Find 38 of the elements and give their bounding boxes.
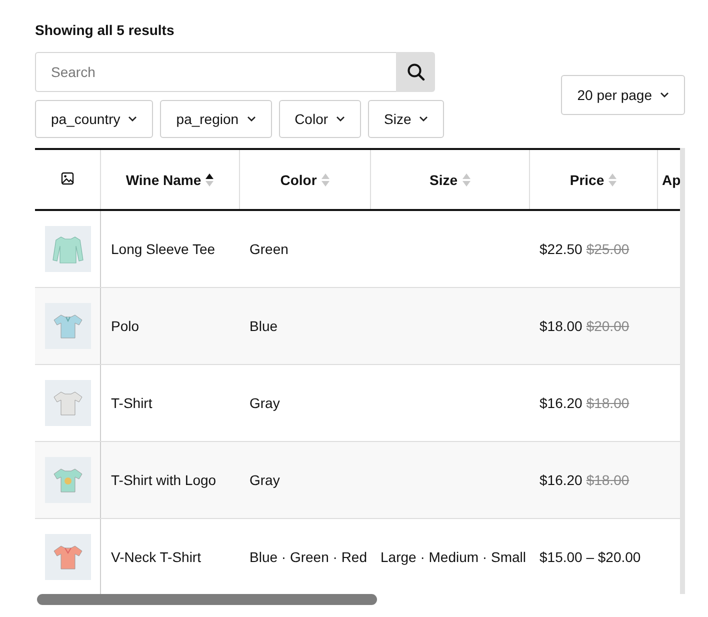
filter-dropdown[interactable]: pa_region <box>160 100 272 138</box>
column-header[interactable]: Wine Name <box>126 172 214 188</box>
chevron-icon <box>246 116 256 122</box>
color-value: Blue <box>250 318 278 334</box>
price: $16.20 <box>540 395 582 411</box>
color-value: Gray <box>250 472 280 488</box>
search-button[interactable] <box>396 52 435 92</box>
column-header[interactable]: Ap <box>662 172 680 188</box>
results-count: Showing all 5 results <box>35 22 176 40</box>
column-header[interactable]: Color <box>280 172 330 188</box>
search-field[interactable]: Search <box>35 52 396 92</box>
scrollbar-thumb[interactable] <box>37 594 377 605</box>
chevron-icon <box>419 116 428 122</box>
size-value: Large · Medium · Small <box>380 549 526 565</box>
chevron-icon <box>336 116 346 122</box>
product-name: Polo <box>100 288 240 364</box>
filter-dropdown[interactable]: pa_country <box>35 100 154 138</box>
color-value: Gray <box>250 395 280 411</box>
old-price: $20.00 <box>586 318 630 334</box>
chevron-icon <box>128 116 138 122</box>
column-header[interactable]: Size <box>429 172 470 188</box>
column-header[interactable]: Price <box>570 172 618 188</box>
filter-dropdown[interactable]: Size <box>368 100 444 138</box>
product-name: T-Shirt with Logo <box>100 442 240 518</box>
old-price: $18.00 <box>586 472 630 488</box>
search-icon <box>406 63 424 81</box>
image-icon <box>61 172 74 184</box>
old-price: $18.00 <box>586 395 630 411</box>
color-value: Green <box>250 241 288 257</box>
chevron-icon <box>660 92 669 98</box>
price: $18.00 <box>540 318 582 334</box>
price: $16.20 <box>540 472 582 488</box>
per-page-dropdown[interactable]: 20 per page <box>561 75 685 115</box>
color-value: Blue · Green · Red <box>250 549 367 565</box>
price: $15.00 – $20.00 <box>540 549 641 565</box>
filter-dropdown[interactable]: Color <box>278 100 362 138</box>
old-price: $25.00 <box>586 241 630 257</box>
price: $22.50 <box>540 241 582 257</box>
